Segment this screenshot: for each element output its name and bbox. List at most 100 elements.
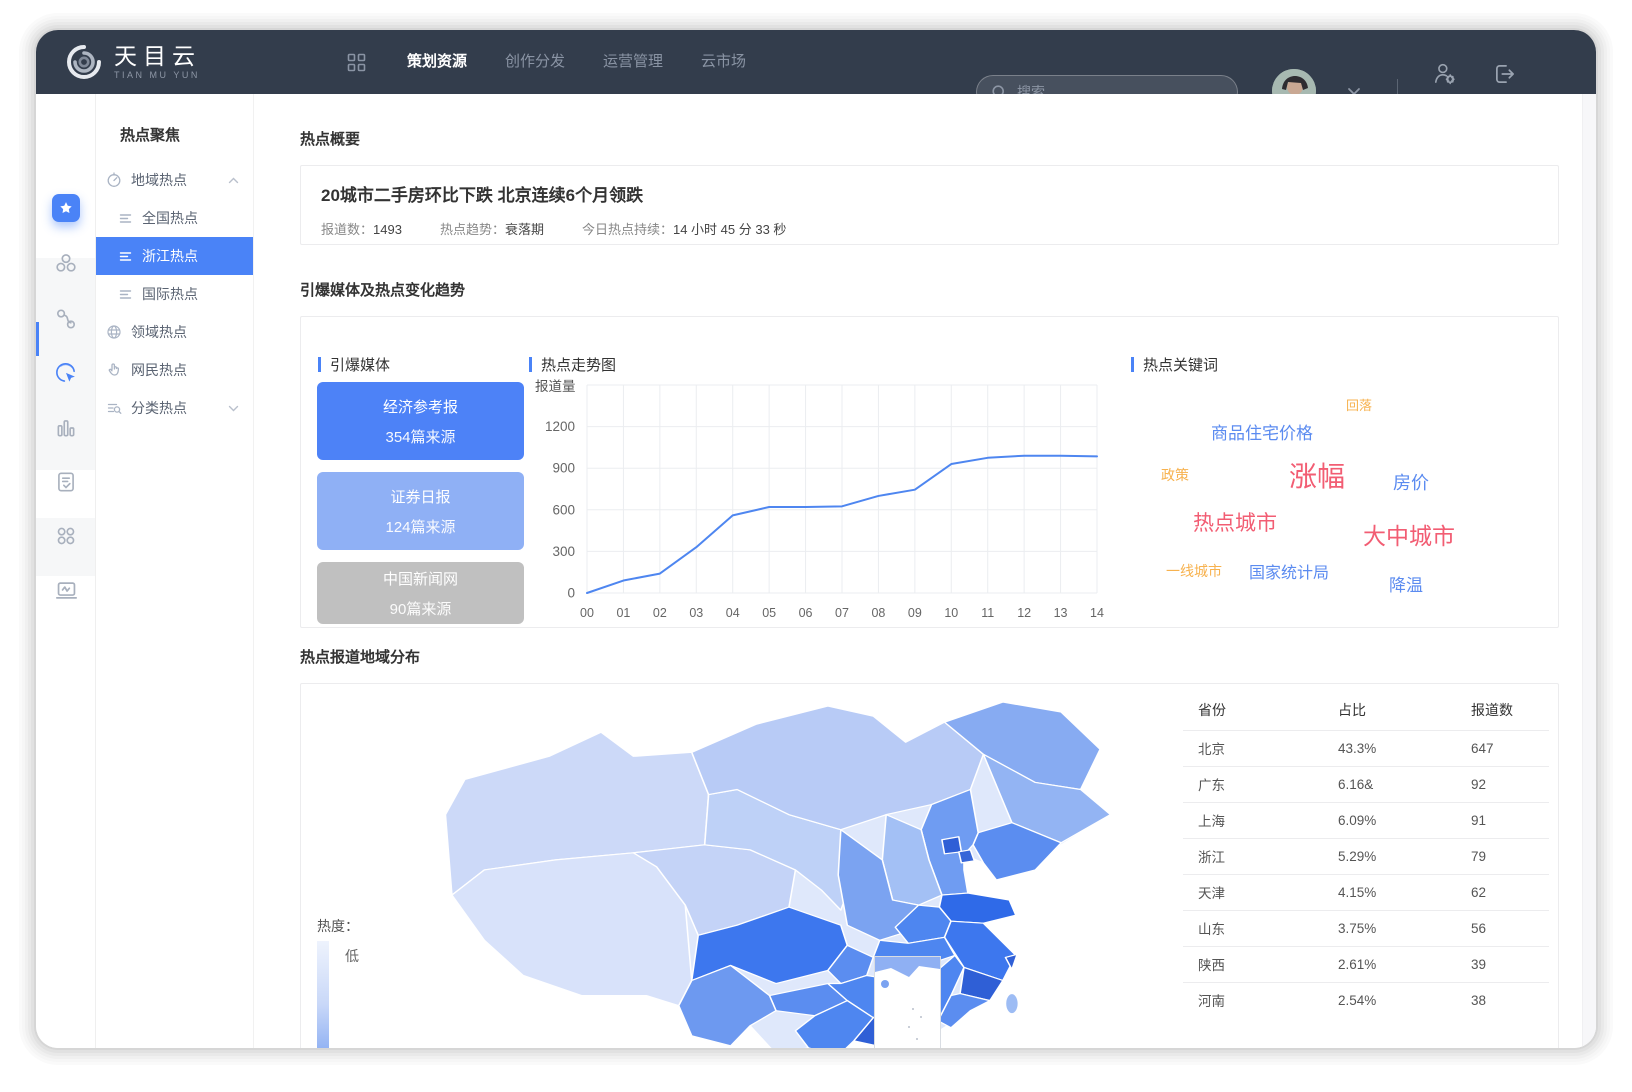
table-row[interactable]: 北京43.3%647 xyxy=(1183,730,1549,766)
apps-icon[interactable] xyxy=(36,524,96,548)
media-card-1[interactable]: 证券日报124篇来源 xyxy=(317,472,524,550)
svg-text:01: 01 xyxy=(616,606,630,620)
map-card: 热度： 低 省份占比报道数 北京43.3%647广东6.16&9 xyxy=(300,683,1559,1048)
media-subtitle: 引爆媒体 xyxy=(318,354,390,375)
keyword-1[interactable]: 商品住宅价格 xyxy=(1211,419,1313,444)
summary-stat-1: 热点趋势：衰落期 xyxy=(440,219,544,238)
summary-stats: 报道数：1493热点趋势：衰落期今日热点持续：14 小时 45 分 33 秒 xyxy=(321,219,1538,238)
svg-text:14: 14 xyxy=(1090,606,1104,620)
doc-check-icon[interactable] xyxy=(36,470,96,494)
list-icon xyxy=(118,287,133,302)
scrollbar-track[interactable] xyxy=(1582,94,1596,1048)
user-settings-icon[interactable] xyxy=(1432,61,1458,87)
hot-headline[interactable]: 20城市二手房环比下跌 北京连续6个月领跌 xyxy=(321,181,1538,206)
bar-chart-icon[interactable] xyxy=(36,416,96,440)
svg-text:09: 09 xyxy=(908,606,922,620)
sidebar-item-1[interactable]: 全国热点 xyxy=(96,199,253,237)
svg-text:300: 300 xyxy=(552,544,575,559)
table-header-2: 报道数 xyxy=(1471,690,1549,730)
accent-bar xyxy=(1131,357,1134,372)
svg-text:11: 11 xyxy=(981,606,994,620)
section-title-trend: 引爆媒体及热点变化趋势 xyxy=(300,279,1596,300)
heat-legend-low: 低 xyxy=(345,946,359,966)
table-row[interactable]: 山东3.75%56 xyxy=(1183,910,1549,946)
nav-item-3[interactable]: 云市场 xyxy=(682,30,765,94)
section-title-summary: 热点概要 xyxy=(300,128,1596,149)
sidebar-item-4[interactable]: 领域热点 xyxy=(96,313,253,351)
team-icon[interactable] xyxy=(36,251,96,275)
logo-swirl-icon xyxy=(64,42,104,82)
nav-item-2[interactable]: 运营管理 xyxy=(584,30,682,94)
primary-nav: 策划资源创作分发运营管理云市场 xyxy=(388,30,765,94)
logo-title: 天目云 xyxy=(114,44,201,68)
keyword-6[interactable]: 大中城市 xyxy=(1363,517,1455,551)
app-window: 天目云 TIAN MU YUN 策划资源创作分发运营管理云市场 xyxy=(36,30,1596,1048)
keyword-5[interactable]: 热点城市 xyxy=(1193,507,1277,537)
list-icon xyxy=(118,211,133,226)
keywords-subtitle: 热点关键词 xyxy=(1131,354,1218,375)
keyword-7[interactable]: 一线城市 xyxy=(1166,561,1222,581)
panel-title: 热点聚焦 xyxy=(96,94,253,161)
svg-text:600: 600 xyxy=(552,502,575,517)
logout-icon[interactable] xyxy=(1492,61,1518,87)
south-china-sea-inset xyxy=(874,956,941,1048)
media-card-2[interactable]: 中国新闻网90篇来源 xyxy=(317,562,524,624)
svg-text:12: 12 xyxy=(1017,606,1031,620)
nav-item-1[interactable]: 创作分发 xyxy=(486,30,584,94)
touch-icon xyxy=(106,362,122,378)
svg-text:03: 03 xyxy=(689,606,703,620)
keyword-3[interactable]: 涨幅 xyxy=(1289,455,1345,495)
table-row[interactable]: 天津4.15%62 xyxy=(1183,874,1549,910)
trend-card: 引爆媒体 热点走势图 热点关键词 经济参考报354篇来源证券日报124篇来源中国… xyxy=(300,316,1559,628)
svg-text:0: 0 xyxy=(567,586,575,601)
chart-subtitle: 热点走势图 xyxy=(529,354,616,375)
logo-subtitle: TIAN MU YUN xyxy=(114,70,201,80)
globe-icon xyxy=(106,324,122,340)
apps-grid-icon[interactable] xyxy=(347,53,366,72)
icon-rail xyxy=(36,94,96,1048)
keyword-0[interactable]: 回落 xyxy=(1346,395,1372,414)
hotspot-globe-icon[interactable] xyxy=(36,361,96,387)
china-choropleth-map[interactable] xyxy=(426,694,1126,1048)
media-card-0[interactable]: 经济参考报354篇来源 xyxy=(317,382,524,460)
keyword-9[interactable]: 降温 xyxy=(1389,571,1423,596)
star-icon[interactable] xyxy=(36,194,96,222)
side-menu-panel: 热点聚焦 地域热点全国热点浙江热点国际热点领域热点网民热点分类热点 xyxy=(96,94,254,1048)
table-row[interactable]: 上海6.09%91 xyxy=(1183,802,1549,838)
list-icon xyxy=(118,249,133,264)
search-list-icon xyxy=(106,400,122,416)
table-row[interactable]: 河南2.54%38 xyxy=(1183,982,1549,1018)
heat-legend-label: 热度： xyxy=(317,916,359,936)
summary-stat-2: 今日热点持续：14 小时 45 分 33 秒 xyxy=(582,219,786,238)
sidebar-item-2[interactable]: 浙江热点 xyxy=(96,237,253,275)
heat-legend-gradient xyxy=(317,941,329,1048)
table-header-1: 占比 xyxy=(1338,690,1471,730)
sidebar-item-label: 网民热点 xyxy=(131,360,187,380)
sidebar-item-3[interactable]: 国际热点 xyxy=(96,275,253,313)
monitor-icon[interactable] xyxy=(36,578,96,603)
table-row[interactable]: 浙江5.29%79 xyxy=(1183,838,1549,874)
svg-text:900: 900 xyxy=(552,461,575,476)
sidebar-item-0[interactable]: 地域热点 xyxy=(96,161,253,199)
chevron-up-icon xyxy=(228,177,239,184)
logo[interactable]: 天目云 TIAN MU YUN xyxy=(64,42,201,82)
gauge-icon xyxy=(106,172,122,188)
svg-text:1200: 1200 xyxy=(545,419,575,434)
keyword-4[interactable]: 房价 xyxy=(1393,469,1429,495)
svg-text:04: 04 xyxy=(726,606,740,620)
nav-item-0[interactable]: 策划资源 xyxy=(388,30,486,94)
sidebar-item-label: 全国热点 xyxy=(142,208,198,228)
keyword-2[interactable]: 政策 xyxy=(1161,465,1189,485)
sidebar-item-6[interactable]: 分类热点 xyxy=(96,389,253,427)
keyword-8[interactable]: 国家统计局 xyxy=(1249,559,1329,583)
sidebar-item-label: 领域热点 xyxy=(131,322,187,342)
share-flow-icon[interactable] xyxy=(36,307,96,331)
svg-text:02: 02 xyxy=(653,606,667,620)
main-content: 热点概要 20城市二手房环比下跌 北京连续6个月领跌 报道数：1493热点趋势：… xyxy=(254,94,1596,1048)
sidebar-item-5[interactable]: 网民热点 xyxy=(96,351,253,389)
chevron-down-icon xyxy=(228,405,239,412)
table-row[interactable]: 陕西2.61%39 xyxy=(1183,946,1549,982)
table-row[interactable]: 广东6.16&92 xyxy=(1183,766,1549,802)
section-title-map: 热点报道地域分布 xyxy=(300,646,1596,667)
trend-chart: 0300600900120000010203040506070809101112… xyxy=(529,375,1104,627)
